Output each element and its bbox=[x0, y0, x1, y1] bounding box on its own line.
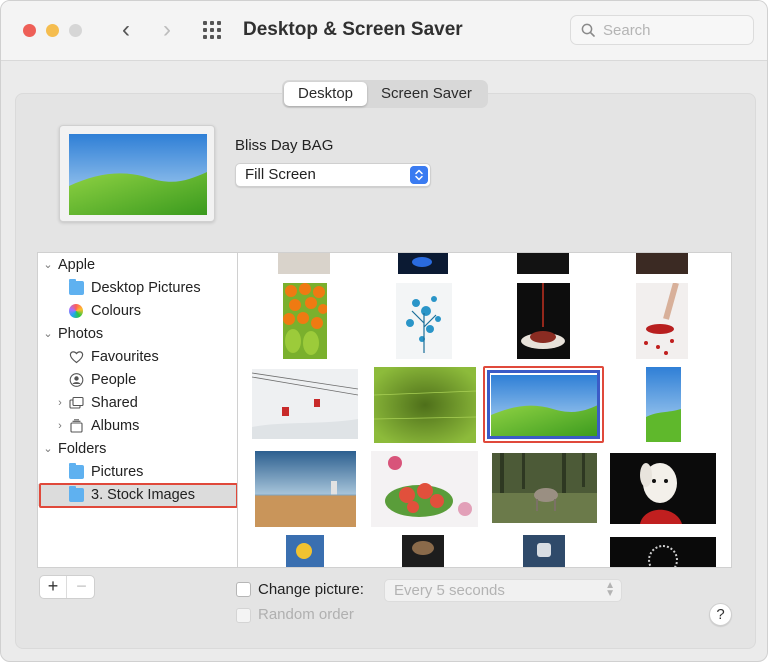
chevron-up-down-icon: ▲ ▼ bbox=[605, 580, 615, 599]
desktop-preview bbox=[59, 125, 215, 222]
tab-desktop[interactable]: Desktop bbox=[284, 82, 368, 106]
sidebar-item-pictures[interactable]: Pictures bbox=[38, 461, 238, 483]
wallpaper-thumbnail[interactable] bbox=[374, 367, 476, 443]
forward-chevron-icon[interactable]: › bbox=[154, 17, 180, 43]
selected-folder-highlight bbox=[39, 483, 238, 508]
wallpaper-thumbnail[interactable] bbox=[371, 451, 478, 527]
source-list: ⌄ Apple Desktop Pictures Colours ⌄ Photo… bbox=[37, 252, 238, 568]
sidebar-item-colours[interactable]: Colours bbox=[38, 300, 238, 322]
search-input[interactable] bbox=[603, 16, 743, 44]
random-order-label: Random order bbox=[258, 606, 354, 623]
title-bar: ‹ › Desktop & Screen Saver bbox=[1, 1, 767, 61]
wallpaper-thumbnail[interactable] bbox=[517, 283, 570, 359]
background-name: Bliss Day BAG bbox=[235, 137, 334, 154]
minimize-window-button[interactable] bbox=[46, 24, 59, 37]
wallpaper-thumbnail[interactable] bbox=[610, 453, 716, 524]
wallpaper-thumbnail[interactable] bbox=[517, 253, 569, 274]
change-picture-label: Change picture: bbox=[258, 581, 364, 598]
search-icon bbox=[581, 23, 595, 37]
preferences-window: ‹ › Desktop & Screen Saver Desktop Scree… bbox=[0, 0, 768, 662]
wallpaper-thumbnail[interactable] bbox=[398, 253, 448, 274]
add-folder-button[interactable]: + bbox=[40, 576, 67, 598]
fit-mode-value: Fill Screen bbox=[245, 166, 316, 183]
window-title: Desktop & Screen Saver bbox=[243, 19, 463, 40]
show-all-grid-icon[interactable] bbox=[203, 21, 223, 39]
wallpaper-thumbnail[interactable] bbox=[283, 283, 327, 359]
chevron-up-down-icon bbox=[410, 166, 428, 184]
wallpaper-thumbnail[interactable] bbox=[610, 537, 716, 567]
shared-album-icon bbox=[69, 396, 84, 409]
wallpaper-thumbnail[interactable] bbox=[252, 369, 358, 439]
folder-icon bbox=[69, 463, 84, 479]
disclosure-expanded-icon[interactable]: ⌄ bbox=[42, 254, 54, 276]
wallpaper-thumbnail[interactable] bbox=[646, 367, 681, 442]
wallpaper-thumbnail[interactable] bbox=[286, 535, 324, 567]
fit-mode-popup[interactable]: Fill Screen bbox=[235, 163, 431, 187]
wallpaper-thumbnail[interactable] bbox=[255, 451, 356, 527]
wallpaper-thumbnail[interactable] bbox=[396, 283, 452, 359]
tab-screen-saver[interactable]: Screen Saver bbox=[367, 82, 486, 106]
random-order-checkbox[interactable] bbox=[236, 608, 251, 623]
sidebar-item-albums[interactable]: › Albums bbox=[38, 415, 238, 437]
selected-wallpaper-border bbox=[487, 370, 600, 439]
wallpaper-thumbnail[interactable] bbox=[492, 453, 597, 523]
wallpaper-thumbnail[interactable] bbox=[636, 253, 688, 274]
sidebar-item-favourites[interactable]: Favourites bbox=[38, 346, 238, 368]
back-chevron-icon[interactable]: ‹ bbox=[113, 17, 139, 43]
help-button[interactable]: ? bbox=[709, 603, 732, 626]
zoom-window-button[interactable] bbox=[69, 24, 82, 37]
folder-icon bbox=[69, 279, 84, 295]
group-folders[interactable]: ⌄ Folders bbox=[38, 438, 238, 460]
wallpaper-thumbnail[interactable] bbox=[636, 283, 688, 359]
disclosure-collapsed-icon[interactable]: › bbox=[54, 392, 66, 414]
sidebar-item-people[interactable]: People bbox=[38, 369, 238, 391]
wallpaper-thumbnail[interactable] bbox=[402, 535, 444, 567]
search-field[interactable] bbox=[570, 15, 754, 45]
remove-folder-button[interactable]: − bbox=[68, 576, 95, 598]
person-icon bbox=[69, 373, 84, 387]
disclosure-expanded-icon[interactable]: ⌄ bbox=[42, 323, 54, 345]
group-apple[interactable]: ⌄ Apple bbox=[38, 254, 238, 276]
close-window-button[interactable] bbox=[23, 24, 36, 37]
change-interval-popup[interactable]: Every 5 seconds ▲ ▼ bbox=[384, 579, 622, 602]
tab-bar: Desktop Screen Saver bbox=[282, 80, 488, 108]
preview-image bbox=[69, 134, 207, 215]
disclosure-collapsed-icon[interactable]: › bbox=[54, 415, 66, 437]
disclosure-expanded-icon[interactable]: ⌄ bbox=[42, 438, 54, 460]
change-interval-value: Every 5 seconds bbox=[394, 582, 505, 599]
heart-icon bbox=[69, 351, 84, 364]
sidebar-item-desktop-pictures[interactable]: Desktop Pictures bbox=[38, 277, 238, 299]
change-picture-checkbox[interactable] bbox=[236, 582, 251, 597]
colour-wheel-icon bbox=[69, 304, 83, 318]
group-photos[interactable]: ⌄ Photos bbox=[38, 323, 238, 345]
albums-icon bbox=[70, 419, 83, 433]
add-remove-folder-control: + − bbox=[39, 575, 95, 599]
sidebar-item-shared[interactable]: › Shared bbox=[38, 392, 238, 414]
wallpaper-thumbnail[interactable] bbox=[523, 535, 565, 567]
wallpaper-thumbnail[interactable] bbox=[278, 253, 330, 274]
